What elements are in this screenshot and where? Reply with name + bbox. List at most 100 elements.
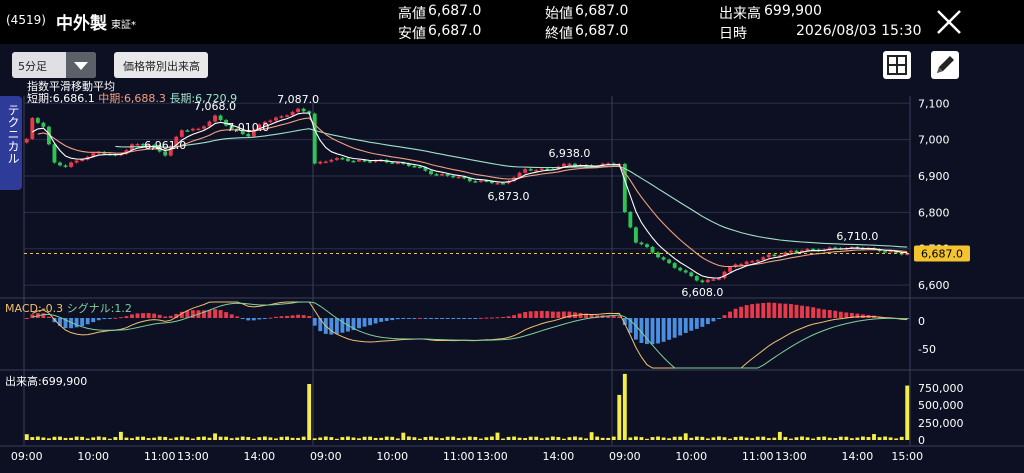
macd-bar [451, 318, 456, 319]
candle-body [672, 263, 677, 268]
volume-bar [384, 436, 389, 440]
macd-bar [650, 318, 655, 345]
macd-bar [274, 316, 278, 318]
macd-bar [118, 317, 123, 319]
volume-bar [152, 437, 157, 440]
volume-bar [179, 436, 184, 440]
volume-bar [445, 436, 450, 440]
candle-body [429, 170, 433, 175]
candle-body [744, 261, 749, 265]
macd-bar [246, 318, 251, 321]
x-tick-label: 13:00 [177, 450, 209, 463]
candle-body [340, 158, 345, 160]
x-tick-label: 09:00 [609, 450, 641, 463]
y-tick-label: 7,000 [918, 134, 950, 147]
macd-bar [766, 302, 771, 318]
volume-bar [772, 437, 777, 440]
volume-bar [606, 437, 611, 440]
macd-bar [467, 318, 472, 319]
volume-panel-value: 699,900 [41, 375, 88, 388]
macd-tick-label: 0 [918, 315, 925, 328]
volume-bar [595, 436, 600, 440]
volume-bar [722, 437, 727, 440]
macd-bar [412, 318, 417, 319]
volume-bar [567, 437, 572, 440]
stock-chart[interactable]: 7,1007,0006,9006,8006,7006,6000-50750,00… [0, 0, 1024, 473]
candle-body [639, 242, 644, 245]
volume-bar [35, 436, 40, 440]
macd-bar [733, 308, 738, 318]
volume-bar [545, 437, 550, 440]
y-tick-label: 6,600 [918, 279, 950, 292]
volume-bar [800, 436, 804, 440]
volume-bar [229, 438, 234, 440]
macd-bar [384, 318, 389, 321]
volume-bars [24, 373, 910, 440]
candle-body [395, 162, 400, 165]
volume-bar [783, 436, 788, 440]
volume-bar [91, 437, 96, 440]
macd-bar [368, 318, 373, 326]
volume-bar [467, 436, 472, 440]
macd-bar [235, 316, 240, 318]
candle-body [351, 160, 356, 163]
volume-bar [74, 436, 79, 440]
macd-bar [91, 318, 96, 323]
macd-bar [656, 318, 660, 344]
macd-bar [440, 318, 445, 319]
volume-bar [218, 436, 223, 440]
macd-bar [739, 306, 744, 318]
macd-bar [484, 317, 489, 319]
macd-bar [257, 318, 262, 320]
macd-bar [124, 316, 129, 318]
volume-bar [395, 438, 400, 440]
volume-bar [501, 438, 505, 440]
macd-bar [678, 318, 683, 336]
macd-bar [251, 318, 256, 321]
macd-bar [423, 318, 428, 319]
candle-body [567, 163, 572, 166]
macd-bar [401, 318, 406, 319]
candle-body [761, 257, 766, 261]
volume-bar [379, 437, 384, 440]
macd-bar [506, 316, 511, 318]
macd-bar [268, 317, 273, 319]
volume-bar [207, 437, 212, 440]
volume-bar [822, 436, 827, 440]
volume-bar [672, 436, 677, 440]
macd-bar [811, 307, 816, 318]
candle-body [534, 170, 539, 172]
candle-body [755, 260, 760, 262]
volume-bar [96, 436, 101, 440]
macd-bar [218, 310, 223, 318]
volume-bar [235, 437, 240, 440]
macd-bar [395, 318, 400, 320]
candle-body [523, 169, 528, 173]
macd-bar [357, 318, 361, 329]
macd-bar [700, 318, 705, 327]
volume-bar [30, 437, 35, 440]
candle-body [274, 117, 278, 121]
candle-body [456, 176, 461, 179]
macd-bar [711, 318, 716, 322]
volume-bar [63, 437, 68, 440]
candle-body [667, 259, 672, 264]
volume-bar [717, 436, 721, 440]
x-tick-label: 11:00 [742, 450, 774, 463]
volume-bar [733, 436, 738, 440]
volume-bar [728, 438, 732, 440]
volume-bar [373, 437, 378, 440]
volume-bar [539, 438, 544, 440]
candle-body [628, 212, 633, 228]
macd-bar [534, 311, 539, 318]
candle-body [207, 121, 212, 127]
volume-bar [102, 437, 107, 440]
volume-bar [357, 438, 361, 440]
macd-value: -0.3 [41, 302, 64, 315]
volume-bar [561, 438, 566, 440]
macd-bar [501, 317, 505, 319]
volume-bar [285, 436, 289, 440]
volume-bar [346, 436, 350, 440]
candle-body [323, 161, 328, 164]
volume-bar [202, 436, 206, 440]
